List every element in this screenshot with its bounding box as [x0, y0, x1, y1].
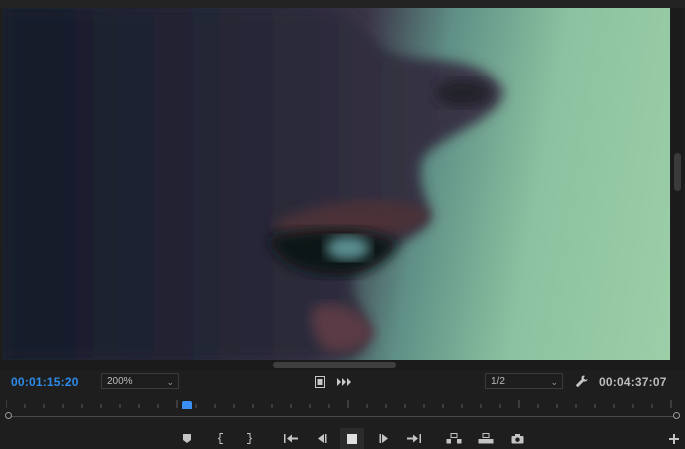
- zoom-scroll-track[interactable]: [8, 416, 680, 417]
- mark-in-icon[interactable]: [211, 428, 231, 449]
- viewer-vertical-scrollbar[interactable]: [671, 8, 684, 360]
- playback-resolution-value: 1/2: [491, 376, 505, 387]
- lift-icon[interactable]: [444, 428, 464, 449]
- playhead-handle[interactable]: [182, 401, 192, 409]
- zoom-scroll-start-handle[interactable]: [5, 412, 12, 419]
- step-forward-icon[interactable]: [374, 428, 394, 449]
- go-to-in-icon[interactable]: [281, 428, 301, 449]
- button-editor-plus-icon[interactable]: [664, 428, 684, 449]
- step-back-icon[interactable]: [311, 428, 331, 449]
- marker-icon[interactable]: [177, 428, 197, 449]
- arrows-icon[interactable]: [336, 375, 352, 388]
- time-ruler-ticks: [6, 400, 672, 408]
- film-icon[interactable]: [314, 375, 326, 388]
- chevron-down-icon: ⌄: [166, 377, 174, 387]
- video-frame: [3, 8, 504, 360]
- duration-timecode: 00:04:37:07: [599, 375, 667, 389]
- extract-icon[interactable]: [476, 428, 496, 449]
- transport-controls: [0, 428, 685, 449]
- panel-top-strip: [0, 0, 685, 8]
- viewer-horizontal-scrollbar[interactable]: [0, 360, 685, 370]
- zoom-level-dropdown[interactable]: 200% ⌄: [101, 373, 179, 389]
- zoom-level-value: 200%: [107, 376, 133, 387]
- timeline-scrubber[interactable]: [0, 396, 685, 424]
- chevron-down-icon: ⌄: [550, 377, 558, 387]
- horizontal-scroll-thumb[interactable]: [273, 362, 396, 368]
- mark-out-icon[interactable]: [239, 428, 259, 449]
- stop-button[interactable]: [340, 428, 364, 449]
- go-to-out-icon[interactable]: [404, 428, 424, 449]
- zoom-scroll-end-handle[interactable]: [673, 412, 680, 419]
- monitor-controls-bar: 00:01:15:20 200% ⌄ 1/2 ⌄ 00:04:37:07: [0, 370, 685, 396]
- current-timecode[interactable]: 00:01:15:20: [11, 375, 79, 389]
- wrench-icon[interactable]: [574, 374, 588, 388]
- program-monitor-viewer[interactable]: [3, 8, 670, 360]
- camera-icon[interactable]: [507, 428, 527, 449]
- vertical-scroll-thumb[interactable]: [674, 153, 681, 191]
- playback-resolution-dropdown[interactable]: 1/2 ⌄: [485, 373, 563, 389]
